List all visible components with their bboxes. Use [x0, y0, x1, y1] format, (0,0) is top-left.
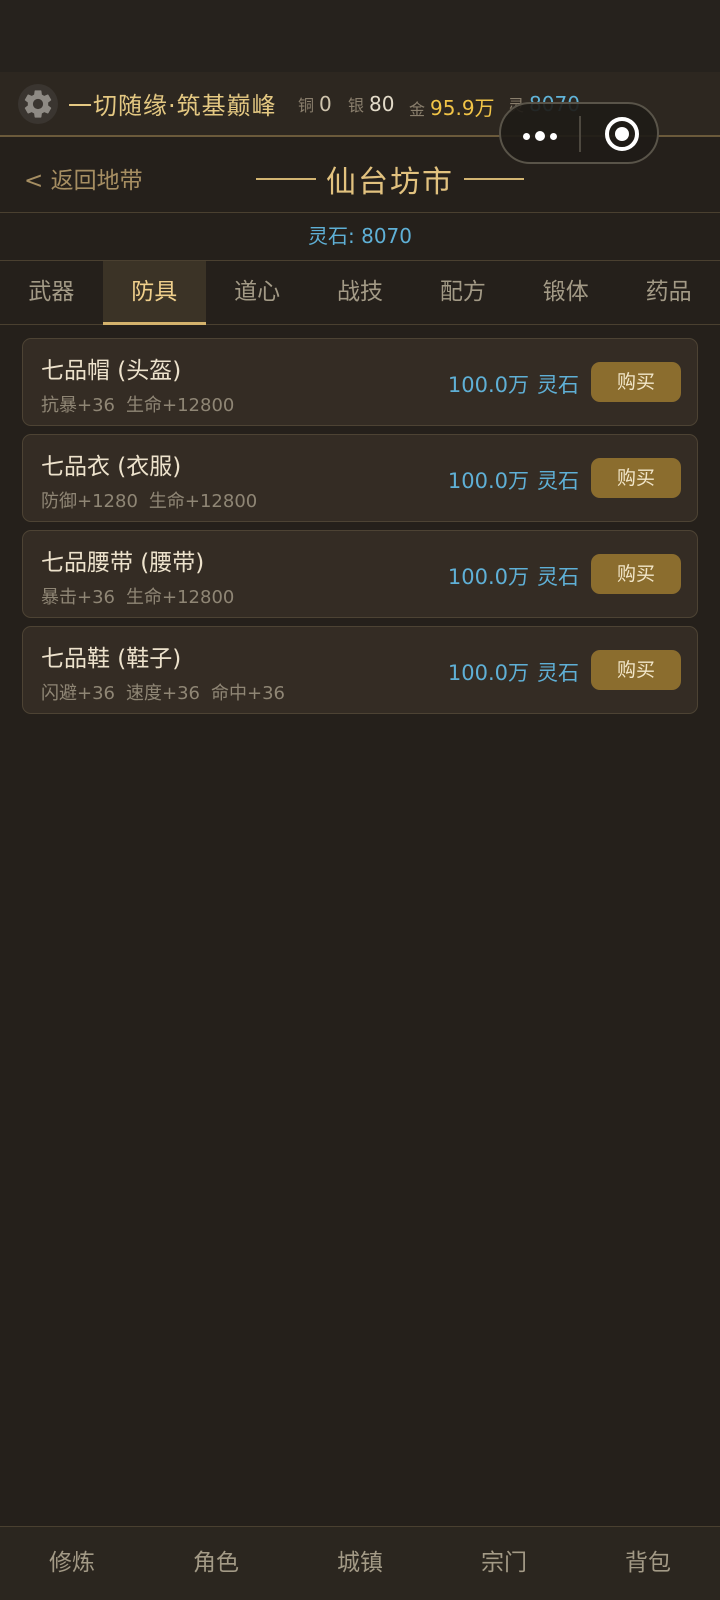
- gold-label: 金: [409, 100, 426, 119]
- list-item: 七品衣 (衣服) 防御+1280 生命+12800 100.0万 灵石 购买: [22, 434, 698, 522]
- tab-dao-heart[interactable]: 道心: [206, 261, 309, 325]
- item-stat: 命中+36: [211, 683, 285, 704]
- spirit-stone-balance: 灵石: 8070: [0, 213, 720, 261]
- item-stats: 闪避+36 速度+36 命中+36: [41, 679, 296, 705]
- gold-currency: 金 95.9万: [409, 92, 495, 121]
- price-value: 100.0万: [447, 565, 529, 589]
- price-unit: 灵石: [537, 565, 579, 589]
- category-tabs: 武器 防具 道心 战技 配方 锻体 药品: [0, 261, 720, 325]
- item-price: 100.0万 灵石: [448, 561, 579, 591]
- copper-label: 铜: [298, 96, 315, 115]
- silver-value: 80: [369, 92, 395, 116]
- price-value: 100.0万: [447, 373, 529, 397]
- buy-button[interactable]: 购买: [591, 458, 681, 498]
- buy-button[interactable]: 购买: [591, 650, 681, 690]
- item-price: 100.0万 灵石: [448, 465, 579, 495]
- copper-currency: 铜0: [298, 92, 332, 116]
- buy-button[interactable]: 购买: [591, 362, 681, 402]
- item-stats: 防御+1280 生命+12800: [41, 487, 268, 513]
- price-unit: 灵石: [537, 661, 579, 685]
- tab-weapon[interactable]: 武器: [0, 261, 103, 325]
- item-name: 七品腰带 (腰带): [41, 550, 205, 576]
- item-stat: 生命+12800: [126, 395, 235, 416]
- shop-item-list: 七品帽 (头盔) 抗暴+36 生命+12800 100.0万 灵石 购买 七品衣 (…: [22, 338, 698, 722]
- price-unit: 灵石: [537, 373, 579, 397]
- player-name: 一切随缘·筑基巅峰: [68, 92, 277, 120]
- item-stat: 防御+1280: [41, 491, 138, 512]
- title-wrap: 仙台坊市: [256, 157, 524, 201]
- page-title: 仙台坊市: [326, 165, 454, 200]
- silver-currency: 银 80: [348, 92, 394, 116]
- bottom-nav: 修炼 角色 城镇 宗门 背包: [0, 1526, 720, 1600]
- buy-button[interactable]: 购买: [591, 554, 681, 594]
- list-item: 七品帽 (头盔) 抗暴+36 生命+12800 100.0万 灵石 购买: [22, 338, 698, 426]
- item-name: 七品衣 (衣服): [41, 454, 182, 480]
- item-stat: 生命+12800: [126, 587, 235, 608]
- nav-town[interactable]: 城镇: [288, 1527, 432, 1600]
- list-item: 七品腰带 (腰带) 暴击+36 生命+12800 100.0万 灵石 购买: [22, 530, 698, 618]
- nav-sect[interactable]: 宗门: [432, 1527, 576, 1600]
- item-stat: 暴击+36: [41, 587, 115, 608]
- copper-value: 0: [319, 92, 332, 116]
- item-name: 七品帽 (头盔): [41, 358, 182, 384]
- item-stat: 生命+12800: [148, 491, 258, 512]
- item-stats: 暴击+36 生命+12800: [41, 583, 245, 609]
- tab-body-forging[interactable]: 锻体: [514, 261, 617, 325]
- status-bar: [0, 0, 720, 72]
- item-price: 100.0万 灵石: [448, 369, 579, 399]
- silver-label: 银: [348, 96, 365, 115]
- nav-cultivate[interactable]: 修炼: [0, 1527, 144, 1600]
- title-decoration-right: [464, 178, 524, 180]
- nav-backpack[interactable]: 背包: [576, 1527, 720, 1600]
- item-stat: 抗暴+36: [41, 395, 115, 416]
- title-decoration-left: [256, 178, 316, 180]
- price-value: 100.0万: [447, 469, 529, 493]
- page-header: < 返回地带 仙台坊市: [0, 137, 720, 213]
- nav-character[interactable]: 角色: [144, 1527, 288, 1600]
- price-value: 100.0万: [447, 661, 529, 685]
- tab-armor[interactable]: 防具: [102, 261, 206, 325]
- tab-combat-skill[interactable]: 战技: [309, 261, 412, 325]
- list-item: 七品鞋 (鞋子) 闪避+36 速度+36 命中+36 100.0万 灵石 购买: [22, 626, 698, 714]
- item-name: 七品鞋 (鞋子): [41, 646, 182, 672]
- price-unit: 灵石: [537, 469, 579, 493]
- tab-recipe[interactable]: 配方: [411, 261, 514, 325]
- item-stat: 速度+36: [126, 683, 200, 704]
- item-stat: 闪避+36: [41, 683, 115, 704]
- item-stats: 抗暴+36 生命+12800: [41, 391, 245, 417]
- tab-medicine[interactable]: 药品: [617, 261, 720, 325]
- gear-icon[interactable]: [18, 84, 58, 124]
- item-price: 100.0万 灵石: [448, 657, 579, 687]
- gold-value: 95.9万: [430, 96, 495, 120]
- back-button[interactable]: < 返回地带: [24, 161, 143, 195]
